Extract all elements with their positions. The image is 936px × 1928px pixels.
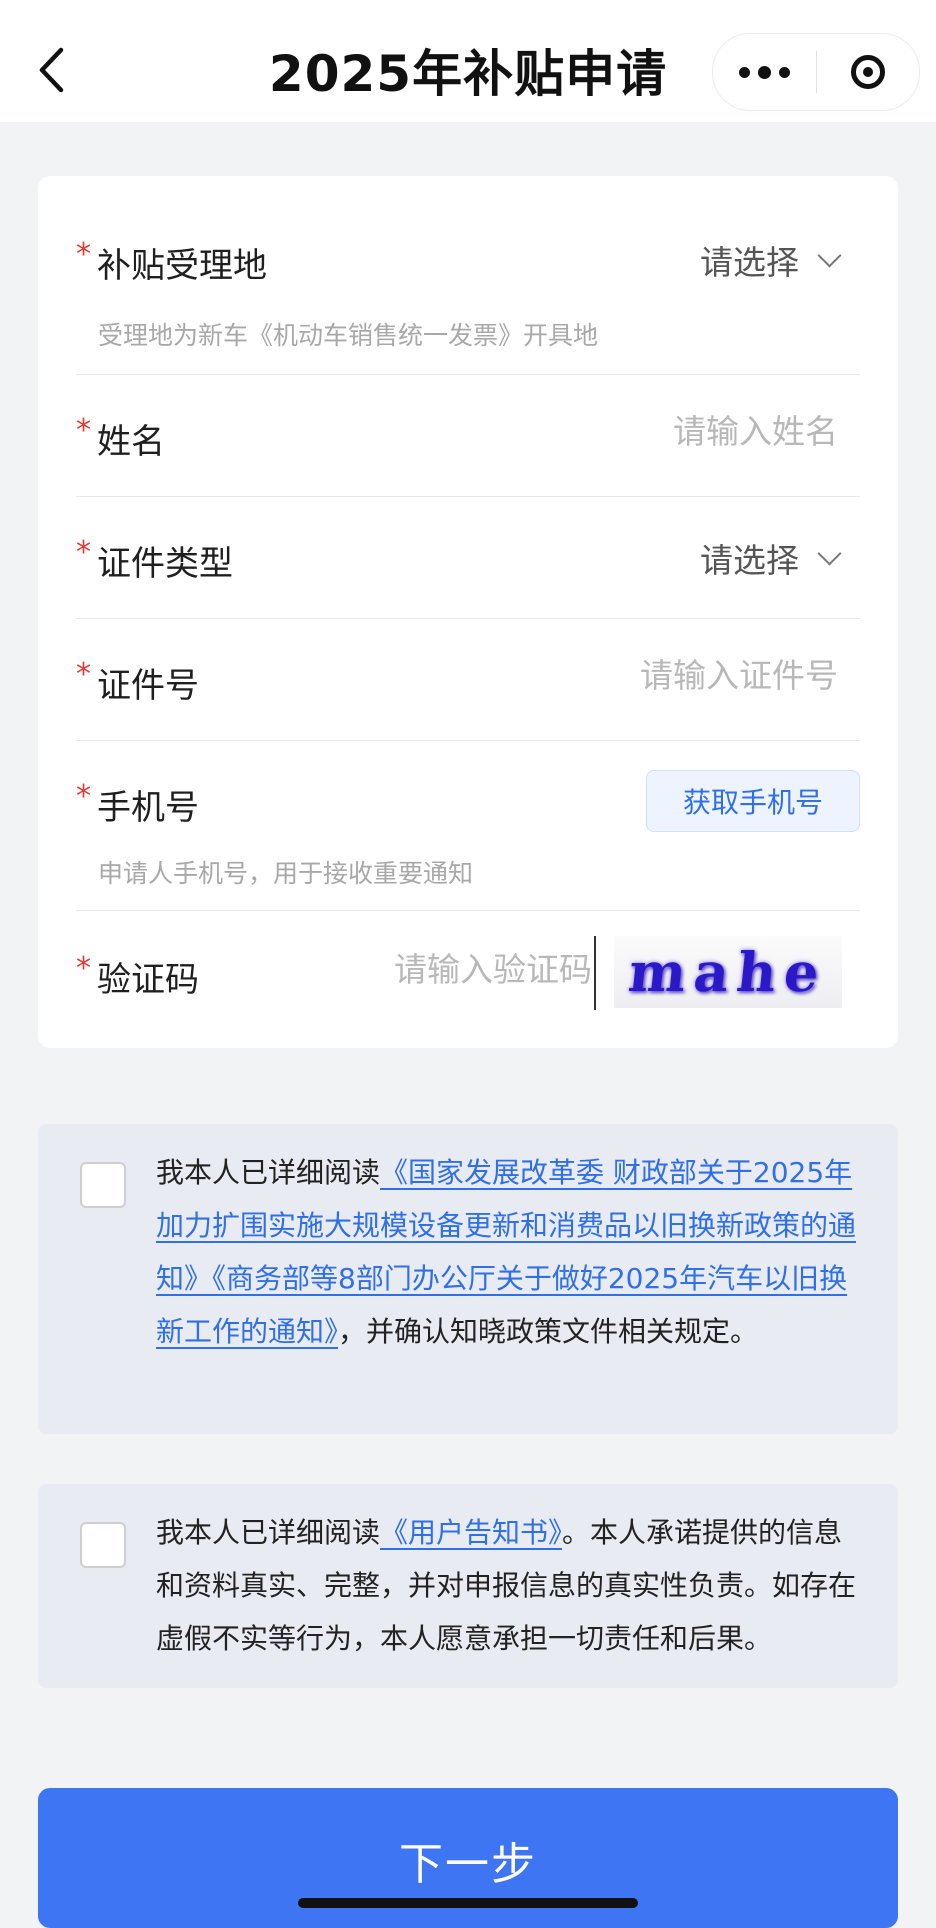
user-notice-agreement-box: 我本人已详细阅读《用户告知书》。本人承诺提供的信息和资料真实、完整，并对申报信息… [38, 1484, 898, 1688]
id-type-select-value: 请选择 [700, 541, 799, 580]
captcha-divider [594, 936, 596, 1010]
id-type-label: * 证件类型 [76, 536, 233, 585]
id-type-row: * 证件类型 请选择 [76, 496, 860, 619]
name-input[interactable] [478, 412, 838, 451]
required-mark: * [76, 779, 91, 814]
captcha-label-text: 验证码 [97, 960, 199, 1000]
phone-label-text: 手机号 [97, 788, 199, 828]
location-label: * 补贴受理地 [76, 238, 267, 287]
required-mark: * [76, 413, 91, 448]
location-hint: 受理地为新车《机动车销售统一发票》开具地 [98, 321, 599, 350]
id-number-row: * 证件号 [76, 618, 860, 741]
id-number-label: * 证件号 [76, 658, 199, 707]
agreement-prefix: 我本人已详细阅读 [156, 1156, 381, 1189]
location-label-text: 补贴受理地 [97, 246, 267, 286]
required-mark: * [76, 535, 91, 570]
policy-agreement-text: 我本人已详细阅读《国家发展改革委 财政部关于2025年加力扩围实施大规模设备更新… [156, 1146, 870, 1358]
id-number-input[interactable] [478, 656, 838, 695]
name-label: * 姓名 [76, 414, 165, 463]
required-mark: * [76, 951, 91, 986]
close-mini-program-button[interactable] [817, 34, 920, 110]
user-notice-checkbox[interactable] [80, 1522, 126, 1568]
id-type-label-text: 证件类型 [97, 544, 233, 584]
policy-agreement-checkbox[interactable] [80, 1162, 126, 1208]
mini-program-capsule [712, 33, 920, 111]
target-circle-icon [850, 55, 885, 89]
location-select-value: 请选择 [700, 243, 799, 282]
captcha-image[interactable]: mahe [614, 936, 842, 1008]
more-dots-icon [735, 65, 794, 79]
id-type-select[interactable]: 请选择 [700, 534, 842, 582]
required-mark: * [76, 657, 91, 692]
get-phone-button[interactable]: 获取手机号 [646, 770, 860, 832]
required-mark: * [76, 237, 91, 272]
phone-hint: 申请人手机号，用于接收重要通知 [98, 859, 474, 888]
phone-row: * 手机号 获取手机号 申请人手机号，用于接收重要通知 [76, 740, 860, 911]
name-row: * 姓名 [76, 374, 860, 497]
captcha-label: * 验证码 [76, 952, 199, 1001]
captcha-image-text: mahe [625, 940, 831, 1004]
user-notice-text: 我本人已详细阅读《用户告知书》。本人承诺提供的信息和资料真实、完整，并对申报信息… [156, 1506, 870, 1665]
location-row: * 补贴受理地 请选择 受理地为新车《机动车销售统一发票》开具地 [76, 176, 860, 375]
id-number-label-text: 证件号 [97, 666, 199, 706]
application-form: * 补贴受理地 请选择 受理地为新车《机动车销售统一发票》开具地 * 姓名 * … [38, 176, 898, 1048]
policy-agreement-box: 我本人已详细阅读《国家发展改革委 财政部关于2025年加力扩围实施大规模设备更新… [38, 1124, 898, 1434]
location-select[interactable]: 请选择 [700, 236, 842, 284]
agreement-prefix: 我本人已详细阅读 [156, 1516, 381, 1549]
chevron-down-icon [817, 540, 842, 566]
next-step-label: 下一步 [399, 1839, 537, 1890]
chevron-down-icon [817, 242, 842, 268]
captcha-input[interactable] [342, 950, 592, 989]
name-label-text: 姓名 [97, 422, 165, 462]
phone-label: * 手机号 [76, 780, 199, 829]
user-notice-link[interactable]: 《用户告知书》 [380, 1516, 562, 1549]
navigation-bar: 2025年补贴申请 [0, 0, 936, 122]
agreement-suffix: ，并确认知晓政策文件相关规定。 [338, 1315, 759, 1348]
home-indicator [298, 1898, 638, 1908]
more-button[interactable] [713, 34, 816, 110]
